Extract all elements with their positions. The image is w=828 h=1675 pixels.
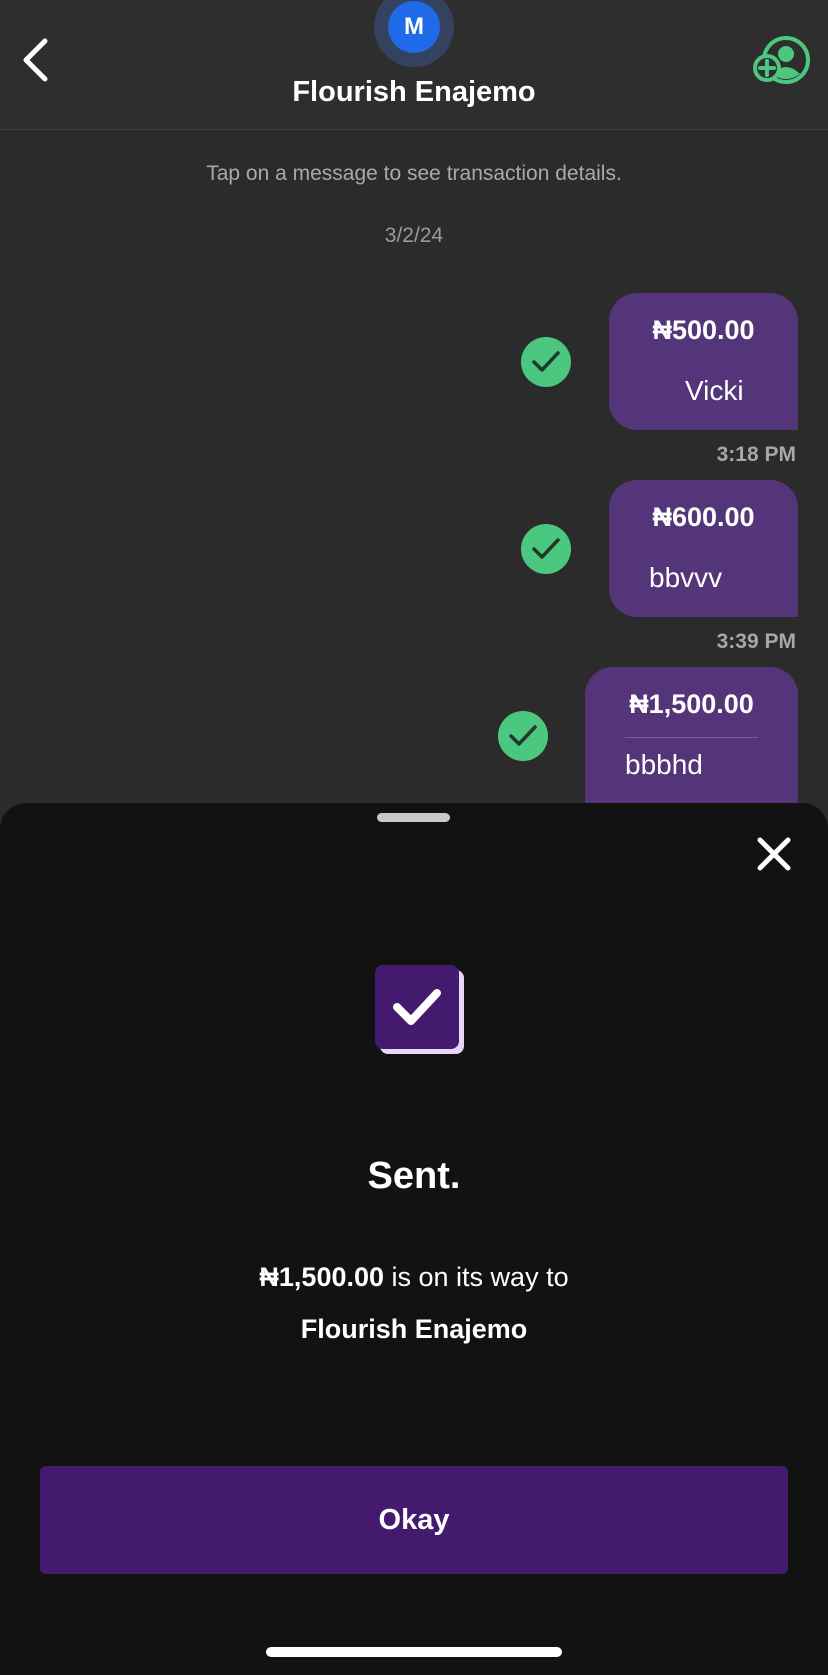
- bubble-divider: [625, 737, 758, 738]
- checkbox-checked-icon: [375, 965, 464, 1054]
- date-separator: 3/2/24: [384, 224, 444, 247]
- message-note: bbvvv: [649, 562, 723, 593]
- message-amount: ₦500.00: [652, 315, 755, 345]
- add-contact-button[interactable]: [752, 34, 814, 86]
- check-icon: [532, 538, 560, 559]
- add-user-icon: [753, 36, 810, 84]
- check-icon: [509, 725, 537, 746]
- message-bubble[interactable]: ₦500.00 Vicki: [609, 293, 798, 430]
- message-bubble[interactable]: ₦600.00 bbvvv: [609, 480, 798, 617]
- check-icon: [532, 351, 560, 372]
- close-button[interactable]: [752, 832, 796, 876]
- sent-success-icon: [373, 963, 467, 1057]
- contact-name: Flourish Enajemo: [292, 76, 536, 108]
- sent-amount: ₦1,500.00: [259, 1262, 385, 1292]
- message-time: 3:39 PM: [716, 630, 796, 653]
- sheet-grabber[interactable]: [377, 813, 450, 822]
- close-icon: [757, 837, 791, 871]
- delivered-status: [498, 711, 548, 761]
- message-note: Vicki: [685, 375, 744, 406]
- avatar-initial: M: [388, 1, 440, 53]
- message-amount: ₦600.00: [652, 502, 755, 532]
- message-amount: ₦1,500.00: [629, 689, 754, 719]
- sent-message-text: is on its way to: [384, 1262, 569, 1292]
- sent-message: ₦1,500.00 is on its way to: [0, 1262, 828, 1293]
- sent-title: Sent.: [367, 1155, 461, 1197]
- delivered-status: [521, 524, 571, 574]
- recipient-name: Flourish Enajemo: [300, 1314, 528, 1344]
- home-indicator[interactable]: [266, 1647, 562, 1657]
- okay-button[interactable]: Okay: [40, 1466, 788, 1574]
- delivered-status: [521, 337, 571, 387]
- message-time: 3:18 PM: [716, 443, 796, 466]
- message-note: bbbhd: [625, 749, 703, 780]
- transaction-hint: Tap on a message to see transaction deta…: [206, 162, 622, 185]
